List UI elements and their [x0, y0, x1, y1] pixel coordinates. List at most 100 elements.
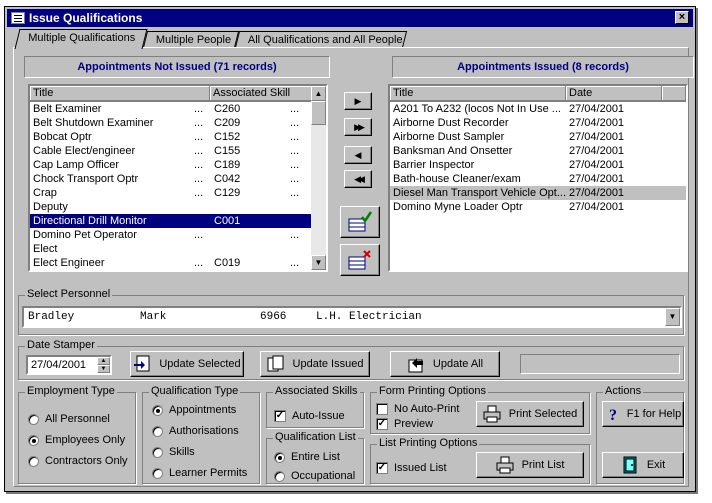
qualification-type-label: Qualification Type — [149, 385, 241, 397]
list-item[interactable]: Diesel Man Transport Vehicle Opt... 27/04… — [390, 186, 686, 200]
move-all-left-button[interactable]: ◀◀ — [344, 170, 372, 188]
checkbox-checked[interactable]: ✓ — [376, 462, 388, 474]
radio-contractors-only[interactable]: Contractors Only — [28, 455, 128, 467]
radio-learner-permits[interactable]: Learner Permits — [152, 467, 247, 479]
col-title-issued[interactable]: Title — [390, 86, 566, 101]
item-date: 27/04/2001 — [569, 145, 625, 157]
tab-multiple-qualifications[interactable]: Multiple Qualifications — [14, 29, 148, 49]
date-spin-up[interactable]: ▲ — [97, 357, 110, 365]
radio-circle[interactable] — [152, 446, 163, 458]
radio-circle[interactable] — [274, 470, 285, 482]
list-item[interactable]: Cable Elect/engineer... C155... — [30, 144, 313, 158]
list-item[interactable]: Airborne Dust Recorder 27/04/2001 — [390, 116, 686, 130]
item-title: Directional Drill Monitor — [33, 215, 147, 227]
update-selected-button[interactable]: Update Selected — [130, 351, 244, 377]
update-issued-icon — [267, 355, 285, 373]
radio-all-personnel[interactable]: All Personnel — [28, 413, 110, 425]
radio-occupational[interactable]: Occupational — [274, 470, 355, 482]
col-date[interactable]: Date — [566, 86, 662, 101]
list-item[interactable]: Chock Transport Optr... C042... — [30, 172, 313, 186]
scroll-down-arrow[interactable]: ▼ — [311, 255, 326, 270]
move-all-right-button[interactable]: ▶▶ — [344, 118, 372, 136]
item-date: 27/04/2001 — [569, 187, 625, 199]
item-date: 27/04/2001 — [569, 117, 625, 129]
item-title: Deputy — [33, 201, 68, 213]
list-item[interactable]: Barrier Inspector 27/04/2001 — [390, 158, 686, 172]
radio-circle[interactable] — [28, 455, 39, 467]
print-list-button[interactable]: Print List — [476, 452, 584, 478]
no-auto-print-checkbox[interactable]: No Auto-Print — [376, 403, 459, 415]
scroll-up-arrow[interactable]: ▲ — [311, 86, 326, 101]
help-button[interactable]: ? F1 for Help — [602, 401, 684, 427]
col-associated-skill[interactable]: Associated Skill — [210, 86, 313, 101]
list-item[interactable]: Deputy — [30, 200, 313, 214]
preview-checkbox[interactable]: ✓ Preview — [376, 418, 433, 430]
list-item[interactable]: Bobcat Optr... C152... — [30, 130, 313, 144]
tab-all-qualifications-all-people[interactable]: All Qualifications and All People — [234, 31, 408, 48]
list-item[interactable]: Domino Myne Loader Optr 27/04/2001 — [390, 200, 686, 214]
checkbox-unchecked[interactable] — [376, 403, 388, 415]
date-spin-down[interactable]: ▼ — [97, 365, 110, 373]
actions-label: Actions — [603, 385, 644, 397]
item-dots: ... — [194, 159, 204, 171]
list-item[interactable]: Bath-house Cleaner/exam 27/04/2001 — [390, 172, 686, 186]
list-item[interactable]: Elect — [30, 242, 313, 256]
not-issued-scrollbar[interactable]: ▲ ▼ — [311, 86, 326, 270]
close-button[interactable]: × — [675, 11, 689, 24]
update-all-button[interactable]: Update All — [390, 351, 500, 377]
update-issued-button[interactable]: Update Issued — [260, 351, 370, 377]
list-item[interactable]: Belt Shutdown Examiner... C209... — [30, 116, 313, 130]
radio-circle-selected[interactable] — [28, 434, 39, 446]
item-dots — [290, 214, 310, 228]
employment-type-label: Employment Type — [25, 385, 117, 397]
checkbox-checked[interactable]: ✓ — [274, 410, 286, 422]
item-title: Chock Transport Optr — [33, 173, 139, 185]
move-left-button[interactable]: ◀ — [344, 146, 372, 164]
issued-list[interactable]: Title Date A201 To A232 (locos Not In Us… — [388, 84, 688, 272]
radio-circle-selected[interactable] — [274, 451, 285, 463]
tab-multiple-people[interactable]: Multiple People — [142, 31, 240, 48]
remove-cross-button[interactable] — [340, 244, 380, 276]
item-dots — [290, 200, 310, 214]
chevron-down-icon[interactable]: ▼ — [665, 308, 680, 326]
print-selected-button[interactable]: Print Selected — [476, 401, 584, 427]
radio-appointments[interactable]: Appointments — [152, 404, 236, 416]
radio-circle[interactable] — [152, 467, 163, 479]
col-title[interactable]: Title — [30, 86, 210, 101]
radio-entire-list[interactable]: Entire List — [274, 451, 340, 463]
item-dots — [194, 214, 214, 228]
item-title: Airborne Dust Recorder — [393, 117, 509, 129]
list-item[interactable]: Belt Examiner... C260... — [30, 102, 313, 116]
list-item[interactable]: Airborne Dust Sampler 27/04/2001 — [390, 130, 686, 144]
radio-circle-selected[interactable] — [152, 404, 163, 416]
personnel-select[interactable]: Bradley Mark 6966 L.H. Electrician ▼ — [22, 306, 682, 328]
list-item[interactable]: Banksman And Onsetter 27/04/2001 — [390, 144, 686, 158]
list-item[interactable]: Domino Pet Operator...... — [30, 228, 313, 242]
move-right-button[interactable]: ▶ — [344, 92, 372, 110]
radio-skills[interactable]: Skills — [152, 446, 195, 458]
item-dots: ... — [290, 229, 300, 241]
item-dots: ... — [194, 131, 204, 143]
qualification-list-label: Qualification List — [273, 431, 358, 443]
list-item[interactable]: Cap Lamp Officer... C189... — [30, 158, 313, 172]
list-item[interactable]: A201 To A232 (locos Not In Use ... 27/04/… — [390, 102, 686, 116]
radio-circle[interactable] — [152, 425, 163, 437]
auto-issue-checkbox[interactable]: ✓ Auto-Issue — [274, 410, 345, 422]
issue-tick-button[interactable] — [340, 206, 380, 238]
personnel-role: L.H. Electrician — [316, 311, 422, 323]
date-field[interactable]: 27/04/2001 ▲ ▼ — [26, 355, 112, 375]
radio-authorisations[interactable]: Authorisations — [152, 425, 239, 437]
item-title: Elect — [33, 243, 58, 255]
item-skill: C260 — [214, 103, 241, 115]
item-skill: C155 — [214, 145, 241, 157]
list-item[interactable]: Elect Engineer... C019... — [30, 256, 313, 270]
exit-button[interactable]: Exit — [602, 452, 684, 478]
checkbox-checked[interactable]: ✓ — [376, 418, 388, 430]
not-issued-list[interactable]: Title Associated Skill Belt Examiner... C… — [28, 84, 328, 272]
radio-employees-only[interactable]: Employees Only — [28, 434, 125, 446]
list-item[interactable]: Crap... C129... — [30, 186, 313, 200]
issued-list-checkbox[interactable]: ✓ Issued List — [376, 462, 447, 474]
scroll-thumb[interactable] — [311, 101, 326, 125]
radio-circle[interactable] — [28, 413, 39, 425]
list-item[interactable]: Directional Drill Monitor C001 — [30, 214, 313, 228]
